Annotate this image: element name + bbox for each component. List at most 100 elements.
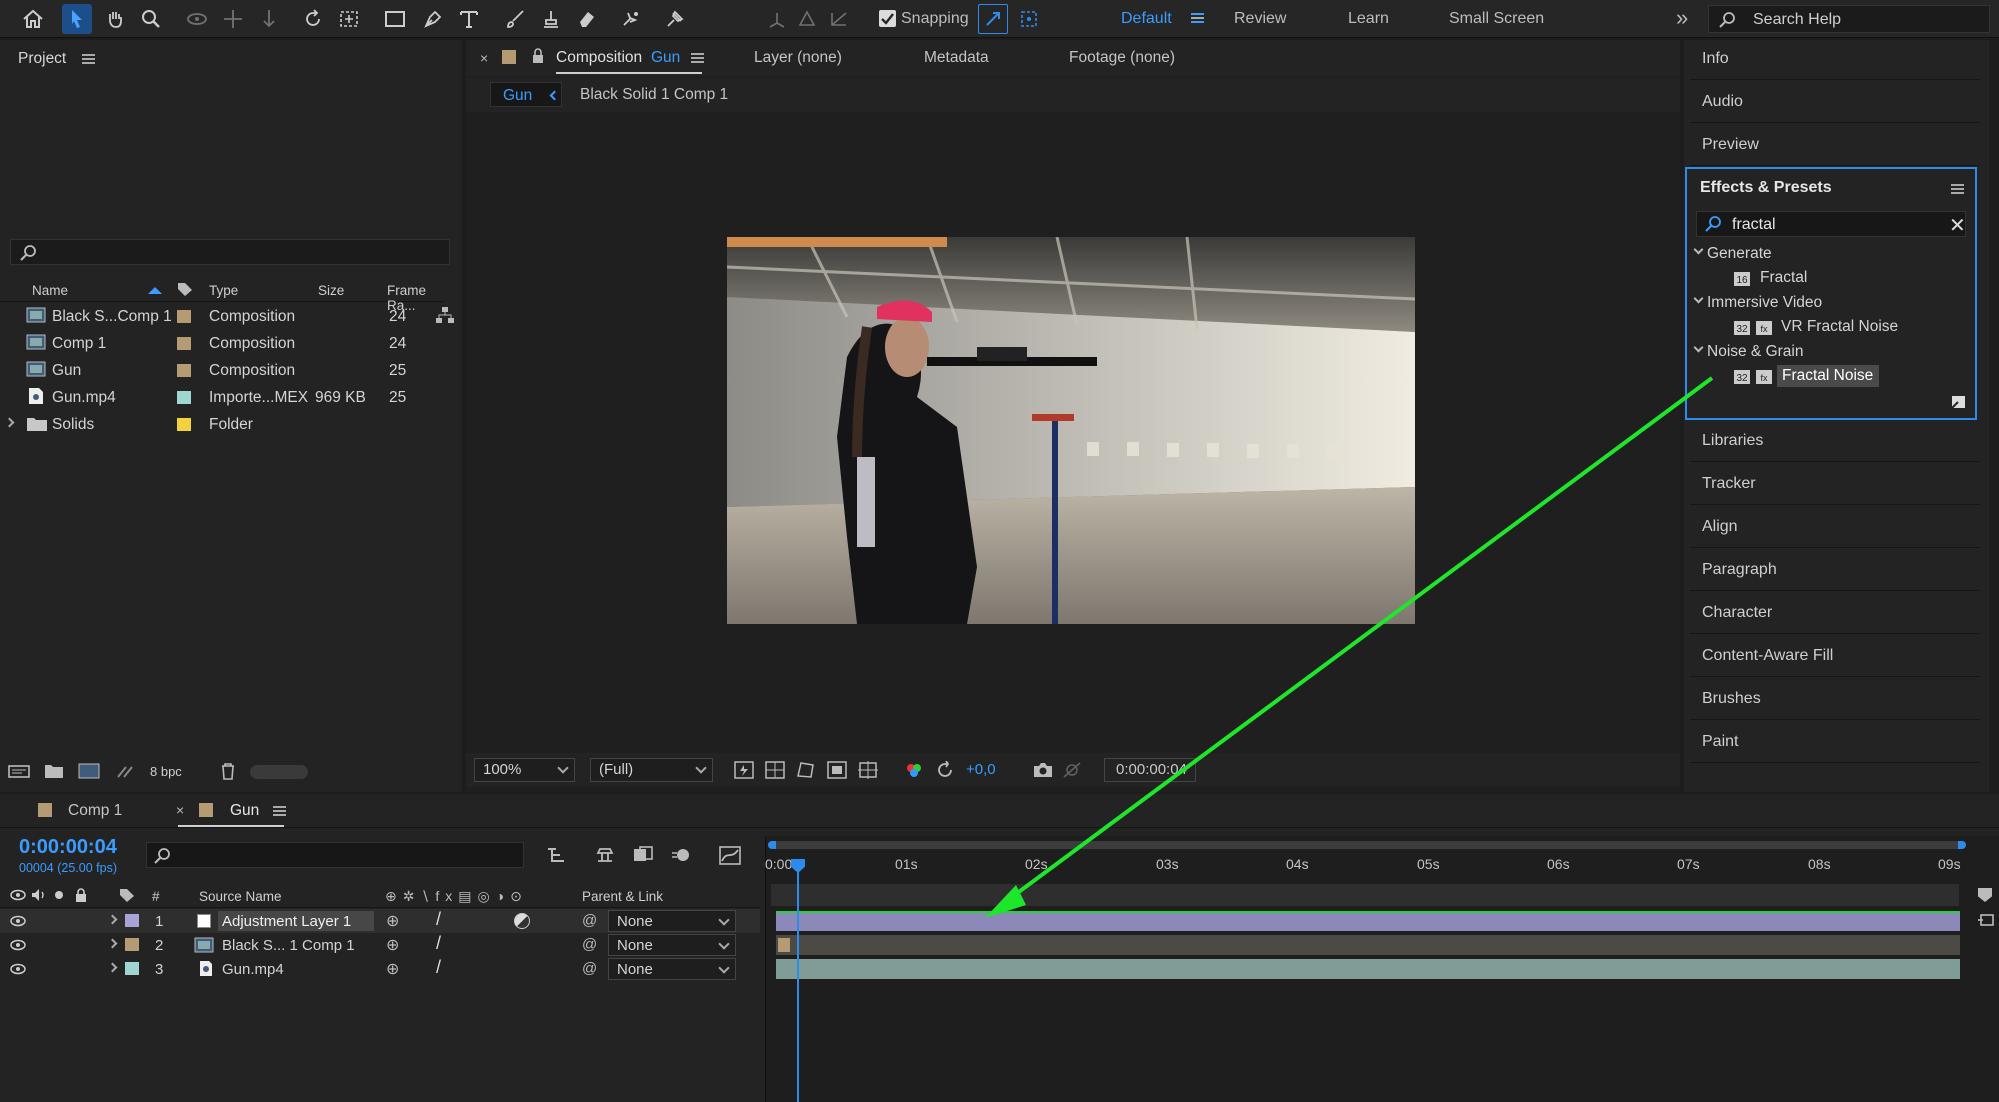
layer-name[interactable]: Adjustment Layer 1 <box>222 913 351 930</box>
snapping-checkbox[interactable] <box>879 10 896 27</box>
sort-ascending-icon[interactable] <box>148 287 162 294</box>
workspace-menu-icon[interactable] <box>1191 13 1204 23</box>
puppet-pin-tool-icon[interactable] <box>660 4 690 34</box>
timeline-layer-row[interactable]: 1 Adjustment Layer 1 ⊕ / @ None <box>0 909 760 933</box>
snap-edges-icon[interactable] <box>978 4 1008 34</box>
panel-preview[interactable]: Preview <box>1690 124 1980 166</box>
panel-paragraph[interactable]: Paragraph <box>1690 549 1980 591</box>
layer-bar-black-solid[interactable] <box>776 935 1960 955</box>
flowchart-icon[interactable] <box>435 306 455 324</box>
mask-visibility-icon[interactable] <box>796 761 816 779</box>
workspace-default[interactable]: Default <box>1121 10 1172 28</box>
parent-dropdown[interactable]: None <box>608 910 736 932</box>
audio-speaker-icon[interactable] <box>31 888 47 902</box>
label-color-swatch[interactable] <box>125 962 139 975</box>
transparency-grid-icon[interactable] <box>765 761 785 779</box>
layer-number-header[interactable]: # <box>152 889 160 904</box>
project-panel-menu-icon[interactable] <box>82 54 95 64</box>
adjustment-switch-icon[interactable] <box>514 913 530 929</box>
new-composition-icon[interactable] <box>78 763 100 779</box>
panel-character[interactable]: Character <box>1690 592 1980 634</box>
panel-paint[interactable]: Paint <box>1690 721 1980 763</box>
effects-group-generate[interactable]: Generate <box>1707 245 1772 263</box>
label-color-swatch[interactable] <box>177 391 191 404</box>
reset-exposure-icon[interactable] <box>936 761 954 779</box>
layer-bar-gun[interactable] <box>776 959 1960 979</box>
expand-chevron-icon[interactable] <box>107 938 118 949</box>
grid-guide-icon[interactable] <box>858 761 878 779</box>
timeline-layer-row[interactable]: 3 Gun.mp4 ⊕ / @ None <box>0 957 760 981</box>
clone-stamp-tool-icon[interactable] <box>536 4 566 34</box>
collapse-chevron-icon[interactable] <box>1693 342 1704 353</box>
lock-icon[interactable] <box>75 888 87 903</box>
tab-comp-1[interactable]: Comp 1 <box>68 802 122 820</box>
current-time-display[interactable]: 0:00:00:04 <box>19 836 117 859</box>
breadcrumb-active[interactable]: Gun <box>490 82 562 107</box>
label-color-swatch[interactable] <box>125 914 139 927</box>
workspace-review[interactable]: Review <box>1234 10 1286 28</box>
parent-link-header[interactable]: Parent & Link <box>582 889 663 904</box>
panel-content-aware-fill[interactable]: Content-Aware Fill <box>1690 635 1980 677</box>
graph-editor-icon[interactable] <box>718 844 742 866</box>
eye-icon[interactable] <box>10 963 26 975</box>
axis-view-icon[interactable] <box>824 4 854 34</box>
effects-group-noise-grain[interactable]: Noise & Grain <box>1707 343 1803 361</box>
project-item-row[interactable]: Comp 1 Composition 24 <box>0 330 440 357</box>
thumbnail-zoom-slider[interactable] <box>250 765 308 779</box>
region-of-interest-icon[interactable] <box>827 761 847 779</box>
interpret-footage-icon[interactable] <box>8 763 30 779</box>
search-help-field[interactable]: Search Help <box>1708 5 1990 33</box>
video-visibility-icon[interactable] <box>10 889 26 901</box>
close-tab-icon[interactable]: × <box>176 802 184 818</box>
trash-icon[interactable] <box>220 762 236 780</box>
label-color-swatch[interactable] <box>125 938 139 951</box>
show-snapshot-icon[interactable] <box>1062 761 1082 779</box>
label-color-swatch[interactable] <box>177 364 191 377</box>
panel-align[interactable]: Align <box>1690 506 1980 548</box>
tab-composition-name[interactable]: Gun <box>651 49 680 67</box>
parent-dropdown[interactable]: None <box>608 958 736 980</box>
rectangle-tool-icon[interactable] <box>380 4 410 34</box>
panel-brushes[interactable]: Brushes <box>1690 678 1980 720</box>
tab-composition[interactable]: Composition <box>556 49 642 67</box>
timeline-search-input[interactable] <box>146 842 524 868</box>
collapse-chevron-icon[interactable] <box>1693 293 1704 304</box>
shy-switch-icon[interactable]: ⊕ <box>386 935 399 955</box>
motion-blur-icon[interactable] <box>670 845 692 865</box>
workspace-overflow-icon[interactable]: » <box>1676 5 1688 31</box>
composition-panel-menu-icon[interactable] <box>691 53 704 63</box>
label-tag-icon[interactable] <box>176 281 194 297</box>
project-settings-icon[interactable] <box>116 763 138 779</box>
tab-metadata[interactable]: Metadata <box>924 49 989 67</box>
timeline-layer-row[interactable]: 2 Black S... 1 Comp 1 ⊕ / @ None <box>0 933 760 957</box>
project-item-row[interactable]: Black S...Comp 1 Composition 24 <box>0 303 454 330</box>
effect-item-fractal[interactable]: Fractal <box>1760 269 1807 287</box>
expand-chevron-icon[interactable] <box>107 914 118 925</box>
axis-local-icon[interactable] <box>762 4 792 34</box>
new-preset-icon[interactable] <box>1950 394 1968 410</box>
panel-libraries[interactable]: Libraries <box>1690 420 1980 462</box>
dolly-tool-icon[interactable] <box>254 4 284 34</box>
label-color-swatch[interactable] <box>177 337 191 350</box>
resolution-dropdown[interactable]: (Full) <box>590 758 713 782</box>
project-item-row[interactable]: Gun.mp4 Importe...MEX 969 KB 25 <box>0 384 440 411</box>
layer-name[interactable]: Gun.mp4 <box>222 961 284 978</box>
lock-icon[interactable] <box>532 48 544 64</box>
pick-whip-icon[interactable]: @ <box>582 960 597 977</box>
expand-chevron-icon[interactable] <box>4 417 15 428</box>
column-name[interactable]: Name <box>32 283 68 298</box>
orbit-tool-icon[interactable] <box>182 4 212 34</box>
source-name-header[interactable]: Source Name <box>199 889 282 904</box>
eye-icon[interactable] <box>10 939 26 951</box>
panel-audio[interactable]: Audio <box>1690 81 1980 123</box>
axis-world-icon[interactable] <box>792 4 822 34</box>
shy-switch-icon[interactable]: ⊕ <box>386 959 399 979</box>
breadcrumb-black-solid-comp[interactable]: Black Solid 1 Comp 1 <box>580 86 728 104</box>
fast-previews-icon[interactable] <box>734 761 754 779</box>
render-queue-icon[interactable] <box>1977 911 1997 929</box>
parent-dropdown[interactable]: None <box>608 934 736 956</box>
shy-switch-icon[interactable]: ⊕ <box>386 911 399 931</box>
workspace-small-screen[interactable]: Small Screen <box>1449 10 1544 28</box>
label-color-swatch[interactable] <box>177 310 191 323</box>
channel-rgb-icon[interactable] <box>904 761 924 779</box>
